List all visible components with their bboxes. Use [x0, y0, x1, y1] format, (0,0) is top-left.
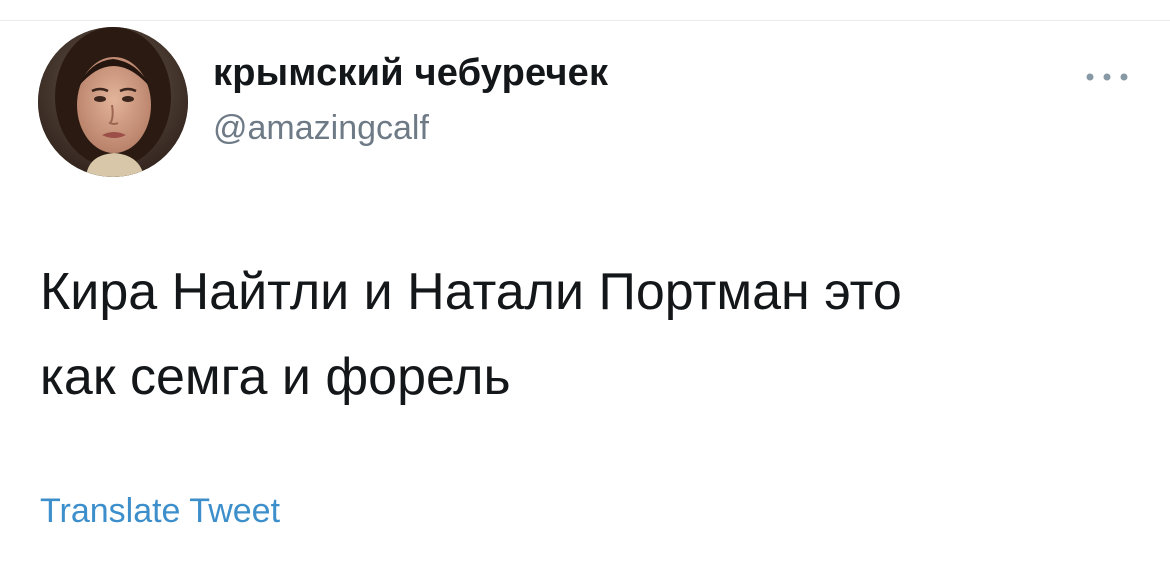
translate-tweet-link[interactable]: Translate Tweet — [40, 492, 280, 531]
tweet-text: Кира Найтли и Натали Портман это как сем… — [40, 263, 902, 406]
more-dots-icon — [1086, 73, 1128, 81]
author-display-name[interactable]: крымский чебуречек — [213, 52, 608, 95]
author-avatar[interactable] — [38, 27, 188, 177]
avatar-photo — [38, 27, 188, 177]
top-divider — [0, 20, 1170, 21]
more-options-button[interactable] — [1082, 66, 1132, 88]
author-handle[interactable]: @amazingcalf — [213, 109, 429, 148]
